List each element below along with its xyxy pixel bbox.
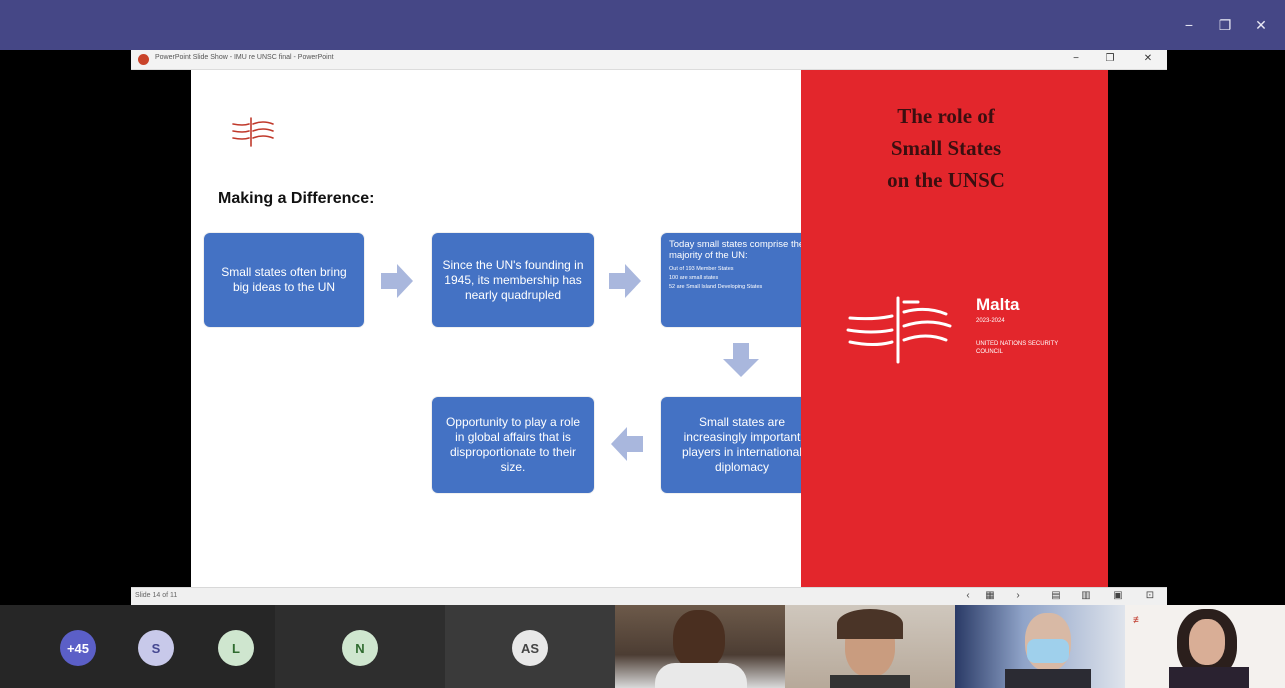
participant-video-2[interactable] bbox=[785, 605, 955, 688]
participant-video-1[interactable] bbox=[615, 605, 785, 688]
powerpoint-title-bar: PowerPoint Slide Show - IMU re UNSC fina… bbox=[131, 50, 1167, 70]
reading-view-icon[interactable]: ▣ bbox=[1111, 590, 1125, 601]
ppt-restore-icon[interactable]: ❐ bbox=[1103, 53, 1117, 64]
slide-red-title: The role of Small States on the UNSC bbox=[831, 100, 1061, 196]
malta-council-label: UNITED NATIONS SECURITY COUNCIL bbox=[976, 341, 1059, 355]
maximize-button[interactable]: ❐ bbox=[1214, 15, 1236, 35]
process-box-1-text: Small states often bring big ideas to th… bbox=[221, 265, 347, 294]
overflow-participants-avatar[interactable]: +45 bbox=[60, 630, 96, 666]
arrow-right-icon bbox=[609, 264, 641, 298]
participant-avatar-s[interactable]: S bbox=[138, 630, 174, 666]
participant-tile-group: +45 S L bbox=[0, 605, 275, 688]
slide-menu-icon[interactable]: ▦ bbox=[983, 590, 997, 601]
participant-tile: N bbox=[275, 605, 445, 688]
process-box-5-text: Opportunity to play a role in global aff… bbox=[445, 415, 581, 474]
participant-tile: AS bbox=[445, 605, 615, 688]
process-box-3: Today small states comprise the majority… bbox=[661, 233, 823, 327]
process-box-2: Since the UN's founding in 1945, its mem… bbox=[432, 233, 594, 327]
malta-emblem-small-icon bbox=[232, 117, 274, 147]
close-icon: ✕ bbox=[1255, 17, 1267, 33]
participant-video-3[interactable] bbox=[955, 605, 1125, 688]
arrow-right-icon bbox=[381, 264, 413, 298]
participant-avatar-as[interactable]: AS bbox=[512, 630, 548, 666]
slide-sorter-icon[interactable]: ▥ bbox=[1079, 590, 1093, 601]
powerpoint-icon bbox=[138, 54, 149, 65]
ppt-close-icon[interactable]: ✕ bbox=[1141, 53, 1155, 64]
malta-label: Malta bbox=[976, 295, 1020, 314]
slide-counter: Slide 14 of 11 bbox=[135, 592, 178, 599]
next-slide-icon[interactable]: › bbox=[1011, 590, 1025, 601]
participant-avatar-l[interactable]: L bbox=[218, 630, 254, 666]
normal-view-icon[interactable]: ▤ bbox=[1049, 590, 1063, 601]
process-box-5: Opportunity to play a role in global aff… bbox=[432, 397, 594, 493]
slideshow-view-icon[interactable]: ⊡ bbox=[1143, 590, 1157, 601]
previous-slide-icon[interactable]: ‹ bbox=[961, 590, 975, 601]
process-box-3-line: 52 are Small Island Developing States bbox=[669, 284, 763, 290]
red-title-line: The role of bbox=[897, 104, 995, 128]
maximize-icon: ❐ bbox=[1218, 17, 1232, 33]
participant-avatar-n[interactable]: N bbox=[342, 630, 378, 666]
participant-video-4[interactable]: ≢ bbox=[1125, 605, 1285, 688]
process-box-3-line: 100 are small states bbox=[669, 275, 719, 281]
slide-heading: Making a Difference: bbox=[218, 190, 375, 207]
participant-strip: +45 S L N AS ≢ bbox=[0, 605, 1285, 688]
process-box-4-text: Small states are increasingly important … bbox=[681, 415, 803, 474]
process-box-2-text: Since the UN's founding in 1945, its mem… bbox=[442, 257, 584, 302]
arrow-left-icon bbox=[611, 427, 643, 461]
minimize-icon: − bbox=[1184, 17, 1194, 33]
process-box-1: Small states often bring big ideas to th… bbox=[204, 233, 364, 327]
powerpoint-window-title: PowerPoint Slide Show - IMU re UNSC fina… bbox=[155, 54, 334, 61]
malta-unsc-logo-icon bbox=[846, 296, 952, 364]
minimize-button[interactable]: − bbox=[1178, 15, 1200, 35]
malta-years: 2023-2024 bbox=[976, 318, 1005, 324]
red-title-line: Small States bbox=[890, 136, 1002, 160]
teams-title-bar: − ❐ ✕ bbox=[0, 0, 1285, 50]
close-button[interactable]: ✕ bbox=[1250, 15, 1272, 35]
presentation-slide: Making a Difference: Small states often … bbox=[191, 70, 1108, 587]
powerpoint-status-bar: Slide 14 of 11 ‹ ▦ › ▤ ▥ ▣ ⊡ bbox=[131, 587, 1167, 605]
arrow-down-icon bbox=[723, 343, 759, 377]
process-box-4: Small states are increasingly important … bbox=[661, 397, 823, 493]
ppt-minimize-icon[interactable]: − bbox=[1069, 53, 1083, 64]
red-title-line: on the UNSC bbox=[887, 168, 1005, 192]
process-box-3-heading: Today small states comprise the majority… bbox=[669, 239, 805, 261]
process-box-3-line: Out of 193 Member States bbox=[669, 266, 734, 272]
